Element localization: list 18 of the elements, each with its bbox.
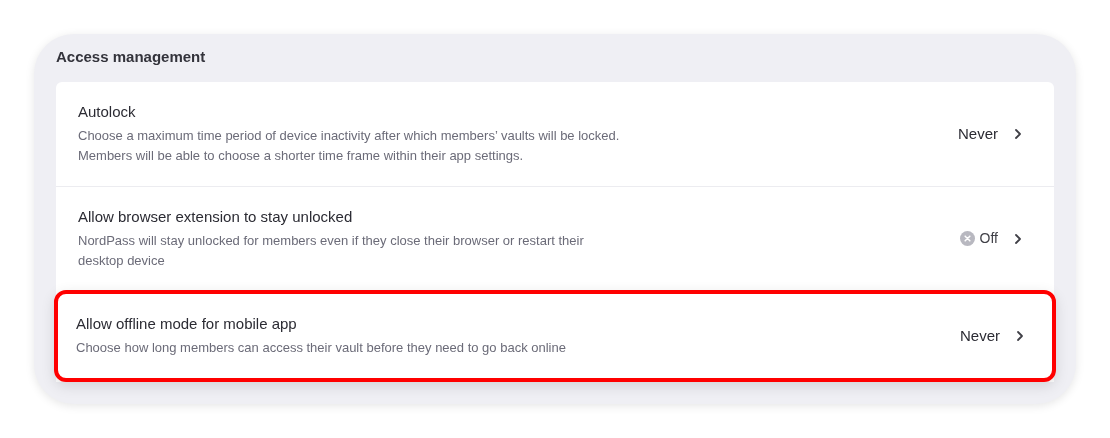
- setting-value: Never: [958, 123, 998, 144]
- chevron-right-icon: [1014, 128, 1022, 140]
- chevron-right-icon: [1014, 232, 1022, 245]
- setting-description: desktop device: [78, 251, 166, 270]
- setting-description: Choose how long members can access their vault before they need to go back online: [76, 339, 567, 357]
- section-title: Access management: [56, 47, 207, 67]
- setting-title: Autolock: [78, 102, 137, 122]
- x-circle-icon: [959, 231, 975, 246]
- setting-description: NordPass will stay unlocked for members even if they close their browser or restart their: [78, 231, 585, 250]
- setting-title: Allow browser extension to stay unlocked: [78, 206, 354, 227]
- setting-description: Choose a maximum time period of device inactivity after which members’ vaults will be locked.: [78, 127, 621, 145]
- setting-row[interactable]: Allow offline mode for mobile app Choose how long members can access their vault before they need to go back online Never: [54, 290, 1056, 382]
- chevron-right-icon: [1016, 330, 1024, 342]
- setting-value: Never: [960, 325, 1000, 346]
- setting-value: Off: [979, 229, 998, 248]
- setting-row[interactable]: Autolock Choose a maximum time period of device inactivity after which members’ vaults will be locked. Members will be able to choose a shorter time frame within their app settings. Never: [56, 82, 1054, 186]
- setting-title: Allow offline mode for mobile app: [76, 314, 298, 334]
- setting-description: Members will be able to choose a shorter time frame within their app settings.: [78, 147, 525, 165]
